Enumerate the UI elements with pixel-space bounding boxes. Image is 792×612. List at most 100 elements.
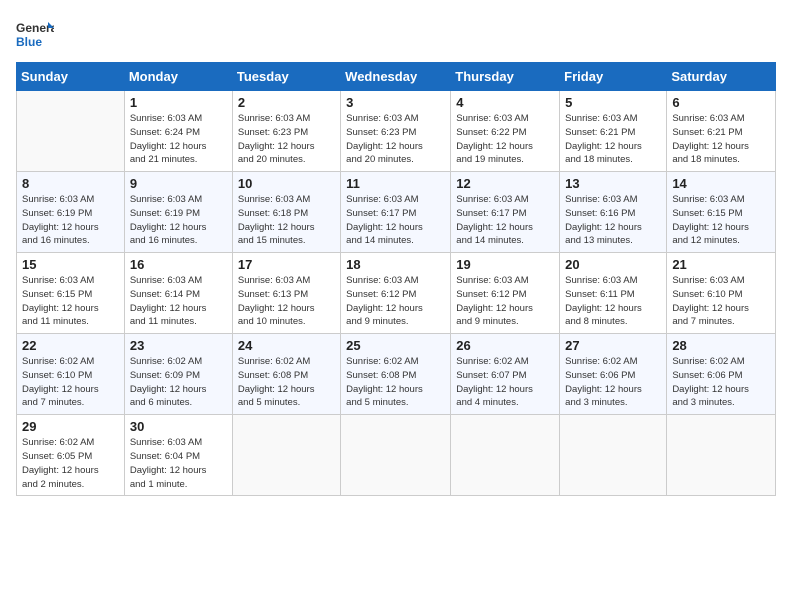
- weekday-header-tuesday: Tuesday: [232, 63, 340, 91]
- calendar-cell: 2 Sunrise: 6:03 AM Sunset: 6:23 PM Daylig…: [232, 91, 340, 172]
- day-number: 18: [346, 257, 445, 272]
- calendar-cell: 6 Sunrise: 6:03 AM Sunset: 6:21 PM Daylig…: [667, 91, 776, 172]
- weekday-header-monday: Monday: [124, 63, 232, 91]
- day-info: Sunrise: 6:03 AM Sunset: 6:12 PM Dayligh…: [456, 274, 554, 329]
- day-info: Sunrise: 6:02 AM Sunset: 6:10 PM Dayligh…: [22, 355, 119, 410]
- day-info: Sunrise: 6:03 AM Sunset: 6:23 PM Dayligh…: [238, 112, 335, 167]
- calendar-cell: 3 Sunrise: 6:03 AM Sunset: 6:23 PM Daylig…: [341, 91, 451, 172]
- calendar-cell: 1 Sunrise: 6:03 AM Sunset: 6:24 PM Daylig…: [124, 91, 232, 172]
- day-number: 17: [238, 257, 335, 272]
- calendar-cell: [560, 415, 667, 496]
- calendar-table: SundayMondayTuesdayWednesdayThursdayFrid…: [16, 62, 776, 496]
- day-number: 20: [565, 257, 661, 272]
- calendar-cell: 30 Sunrise: 6:03 AM Sunset: 6:04 PM Dayli…: [124, 415, 232, 496]
- calendar-cell: 21 Sunrise: 6:03 AM Sunset: 6:10 PM Dayli…: [667, 253, 776, 334]
- day-number: 26: [456, 338, 554, 353]
- calendar-cell: 22 Sunrise: 6:02 AM Sunset: 6:10 PM Dayli…: [17, 334, 125, 415]
- day-number: 16: [130, 257, 227, 272]
- day-info: Sunrise: 6:03 AM Sunset: 6:22 PM Dayligh…: [456, 112, 554, 167]
- day-number: 22: [22, 338, 119, 353]
- day-number: 5: [565, 95, 661, 110]
- day-info: Sunrise: 6:02 AM Sunset: 6:06 PM Dayligh…: [565, 355, 661, 410]
- calendar-cell: 15 Sunrise: 6:03 AM Sunset: 6:15 PM Dayli…: [17, 253, 125, 334]
- calendar-cell: 14 Sunrise: 6:03 AM Sunset: 6:15 PM Dayli…: [667, 172, 776, 253]
- day-number: 4: [456, 95, 554, 110]
- day-info: Sunrise: 6:03 AM Sunset: 6:13 PM Dayligh…: [238, 274, 335, 329]
- calendar-cell: 10 Sunrise: 6:03 AM Sunset: 6:18 PM Dayli…: [232, 172, 340, 253]
- logo-icon: General Blue: [16, 16, 54, 54]
- calendar-cell: 28 Sunrise: 6:02 AM Sunset: 6:06 PM Dayli…: [667, 334, 776, 415]
- day-info: Sunrise: 6:03 AM Sunset: 6:18 PM Dayligh…: [238, 193, 335, 248]
- calendar-cell: 18 Sunrise: 6:03 AM Sunset: 6:12 PM Dayli…: [341, 253, 451, 334]
- weekday-header-friday: Friday: [560, 63, 667, 91]
- calendar-cell: [667, 415, 776, 496]
- day-number: 2: [238, 95, 335, 110]
- logo: General Blue: [16, 16, 54, 54]
- calendar-cell: 5 Sunrise: 6:03 AM Sunset: 6:21 PM Daylig…: [560, 91, 667, 172]
- weekday-header-thursday: Thursday: [451, 63, 560, 91]
- day-number: 12: [456, 176, 554, 191]
- day-info: Sunrise: 6:03 AM Sunset: 6:10 PM Dayligh…: [672, 274, 770, 329]
- calendar-cell: 11 Sunrise: 6:03 AM Sunset: 6:17 PM Dayli…: [341, 172, 451, 253]
- day-info: Sunrise: 6:03 AM Sunset: 6:15 PM Dayligh…: [22, 274, 119, 329]
- calendar-cell: 25 Sunrise: 6:02 AM Sunset: 6:08 PM Dayli…: [341, 334, 451, 415]
- day-number: 11: [346, 176, 445, 191]
- day-info: Sunrise: 6:03 AM Sunset: 6:12 PM Dayligh…: [346, 274, 445, 329]
- day-info: Sunrise: 6:03 AM Sunset: 6:21 PM Dayligh…: [565, 112, 661, 167]
- calendar-cell: 17 Sunrise: 6:03 AM Sunset: 6:13 PM Dayli…: [232, 253, 340, 334]
- calendar-cell: 19 Sunrise: 6:03 AM Sunset: 6:12 PM Dayli…: [451, 253, 560, 334]
- day-number: 3: [346, 95, 445, 110]
- day-info: Sunrise: 6:03 AM Sunset: 6:11 PM Dayligh…: [565, 274, 661, 329]
- day-number: 8: [22, 176, 119, 191]
- page-header: General Blue: [16, 16, 776, 54]
- day-number: 10: [238, 176, 335, 191]
- day-info: Sunrise: 6:03 AM Sunset: 6:16 PM Dayligh…: [565, 193, 661, 248]
- calendar-cell: [451, 415, 560, 496]
- day-number: 28: [672, 338, 770, 353]
- calendar-cell: [17, 91, 125, 172]
- day-info: Sunrise: 6:02 AM Sunset: 6:08 PM Dayligh…: [346, 355, 445, 410]
- calendar-cell: [341, 415, 451, 496]
- day-number: 25: [346, 338, 445, 353]
- day-info: Sunrise: 6:03 AM Sunset: 6:17 PM Dayligh…: [456, 193, 554, 248]
- calendar-cell: [232, 415, 340, 496]
- day-info: Sunrise: 6:03 AM Sunset: 6:23 PM Dayligh…: [346, 112, 445, 167]
- day-number: 13: [565, 176, 661, 191]
- day-number: 29: [22, 419, 119, 434]
- day-info: Sunrise: 6:03 AM Sunset: 6:19 PM Dayligh…: [130, 193, 227, 248]
- weekday-header-sunday: Sunday: [17, 63, 125, 91]
- day-info: Sunrise: 6:02 AM Sunset: 6:09 PM Dayligh…: [130, 355, 227, 410]
- calendar-cell: 26 Sunrise: 6:02 AM Sunset: 6:07 PM Dayli…: [451, 334, 560, 415]
- day-info: Sunrise: 6:03 AM Sunset: 6:24 PM Dayligh…: [130, 112, 227, 167]
- day-info: Sunrise: 6:03 AM Sunset: 6:15 PM Dayligh…: [672, 193, 770, 248]
- day-info: Sunrise: 6:03 AM Sunset: 6:17 PM Dayligh…: [346, 193, 445, 248]
- day-number: 15: [22, 257, 119, 272]
- calendar-cell: 29 Sunrise: 6:02 AM Sunset: 6:05 PM Dayli…: [17, 415, 125, 496]
- day-info: Sunrise: 6:03 AM Sunset: 6:04 PM Dayligh…: [130, 436, 227, 491]
- svg-text:Blue: Blue: [16, 35, 42, 49]
- day-number: 23: [130, 338, 227, 353]
- day-info: Sunrise: 6:03 AM Sunset: 6:21 PM Dayligh…: [672, 112, 770, 167]
- calendar-cell: 27Sunrise: 6:02 AM Sunset: 6:06 PM Dayli…: [560, 334, 667, 415]
- calendar-cell: 13 Sunrise: 6:03 AM Sunset: 6:16 PM Dayli…: [560, 172, 667, 253]
- weekday-header-saturday: Saturday: [667, 63, 776, 91]
- day-info: Sunrise: 6:03 AM Sunset: 6:19 PM Dayligh…: [22, 193, 119, 248]
- calendar-cell: 8 Sunrise: 6:03 AM Sunset: 6:19 PM Daylig…: [17, 172, 125, 253]
- day-info: Sunrise: 6:02 AM Sunset: 6:05 PM Dayligh…: [22, 436, 119, 491]
- weekday-header-wednesday: Wednesday: [341, 63, 451, 91]
- day-number: 30: [130, 419, 227, 434]
- calendar-cell: 24Sunrise: 6:02 AM Sunset: 6:08 PM Dayli…: [232, 334, 340, 415]
- calendar-cell: 9 Sunrise: 6:03 AM Sunset: 6:19 PM Daylig…: [124, 172, 232, 253]
- day-info: Sunrise: 6:02 AM Sunset: 6:06 PM Dayligh…: [672, 355, 770, 410]
- day-number: 14: [672, 176, 770, 191]
- day-number: 9: [130, 176, 227, 191]
- calendar-cell: 20 Sunrise: 6:03 AM Sunset: 6:11 PM Dayli…: [560, 253, 667, 334]
- calendar-cell: 4 Sunrise: 6:03 AM Sunset: 6:22 PM Daylig…: [451, 91, 560, 172]
- day-number: 1: [130, 95, 227, 110]
- day-number: 19: [456, 257, 554, 272]
- day-info: Sunrise: 6:02 AM Sunset: 6:08 PM Dayligh…: [238, 355, 335, 410]
- calendar-cell: 12 Sunrise: 6:03 AM Sunset: 6:17 PM Dayli…: [451, 172, 560, 253]
- day-number: 21: [672, 257, 770, 272]
- day-info: Sunrise: 6:02 AM Sunset: 6:07 PM Dayligh…: [456, 355, 554, 410]
- day-number: 6: [672, 95, 770, 110]
